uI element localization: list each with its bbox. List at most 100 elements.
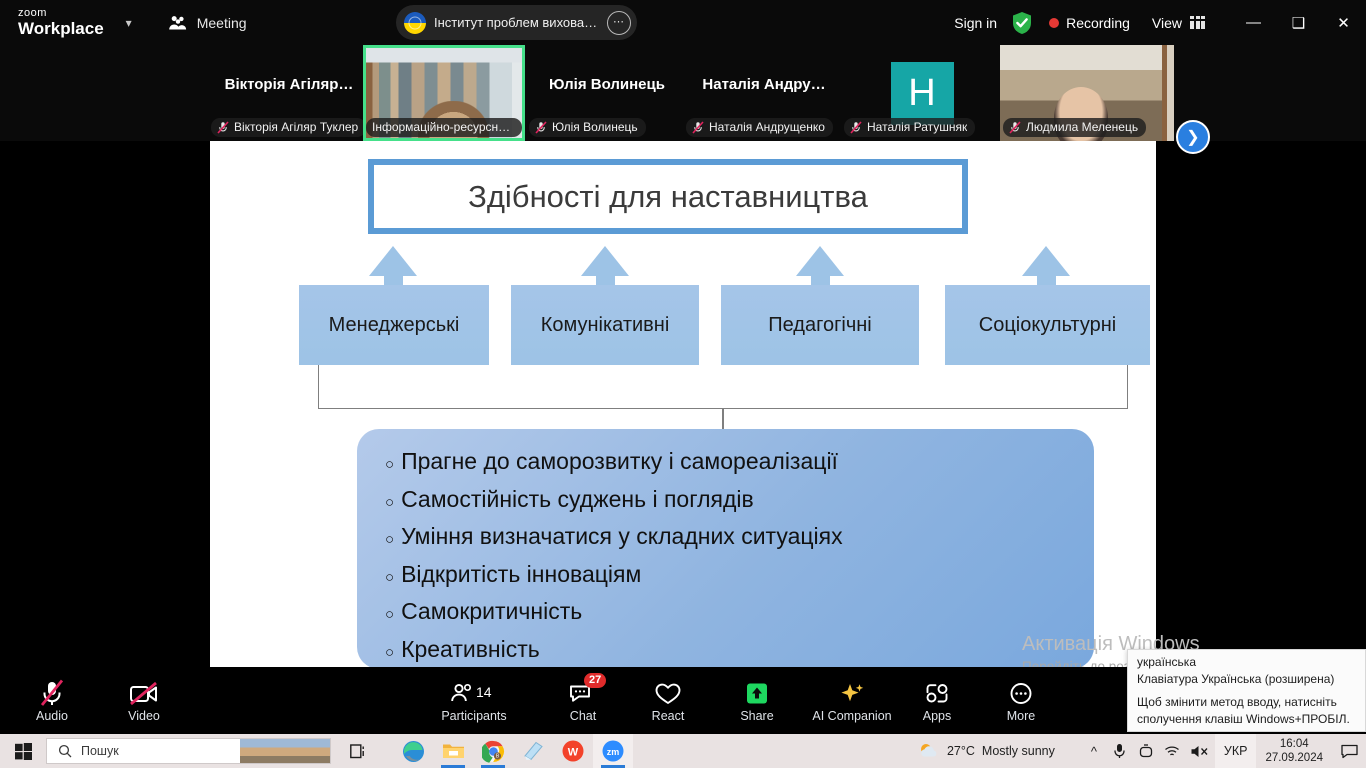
volume-muted-icon[interactable] xyxy=(1185,744,1215,759)
more-button[interactable]: More xyxy=(990,667,1052,734)
windows-start-icon[interactable] xyxy=(0,734,46,768)
participants-icon xyxy=(168,15,186,29)
next-participants-button[interactable]: ❯ xyxy=(1176,120,1210,154)
weather-widget[interactable]: 27°C Mostly sunny xyxy=(918,742,1055,760)
wps-office-icon[interactable]: W xyxy=(553,734,593,768)
chat-label: Chat xyxy=(569,708,597,723)
ukraine-flag-icon xyxy=(404,11,426,34)
restore-button[interactable]: ❑ xyxy=(1276,0,1321,45)
list-item: ○ Самокритичність xyxy=(385,593,1094,631)
recording-label: Recording xyxy=(1066,14,1130,31)
microphone-muted-icon xyxy=(535,120,547,134)
thumbnail-display-name: Наталія Андру… xyxy=(702,75,826,93)
category-label: Комунікативні xyxy=(540,313,670,336)
thumbnail-name-caption: Юлія Волинець xyxy=(529,118,646,137)
category-label: Соціокультурні xyxy=(978,313,1117,336)
taskbar-clock[interactable]: 16:04 27.09.2024 xyxy=(1256,737,1332,765)
weather-temperature: 27°C xyxy=(946,744,975,758)
bullet-marker: ○ xyxy=(385,606,395,623)
list-item: ○ Креативність xyxy=(385,631,1094,668)
slide-title: Здібності для наставництва xyxy=(374,165,962,228)
svg-text:zm: zm xyxy=(607,747,620,757)
thumbnail-tile-partial[interactable] xyxy=(1162,45,1174,141)
recording-indicator[interactable]: Recording xyxy=(1049,15,1130,31)
participants-button[interactable]: 14 Participants xyxy=(430,667,518,734)
arrow-up-icon xyxy=(1022,246,1070,276)
ellipsis-icon[interactable]: ⋯ xyxy=(607,10,631,35)
task-view-icon[interactable] xyxy=(339,734,379,768)
ime-line-2: Клавіатура Українська (розширена) xyxy=(1137,671,1335,686)
zoom-icon[interactable]: zm xyxy=(593,734,633,768)
thumbnail-name-caption: Інформаційно-ресурсни… xyxy=(366,118,522,137)
search-placeholder: Пошук xyxy=(81,744,119,758)
caption-text: Людмила Меленець xyxy=(1026,120,1139,134)
participants-label: Participants xyxy=(441,708,507,723)
meeting-tab[interactable]: Meeting xyxy=(168,15,247,31)
file-explorer-icon[interactable] xyxy=(433,734,473,768)
arrow-up-icon xyxy=(369,246,417,276)
chevron-down-icon[interactable]: ▾ xyxy=(126,16,132,30)
video-button[interactable]: Video xyxy=(114,667,174,734)
svg-text:14: 14 xyxy=(476,684,492,700)
share-screen-icon xyxy=(743,679,771,707)
keyboard-language-indicator[interactable]: УКР xyxy=(1214,734,1257,768)
bullet-marker: ○ xyxy=(385,531,395,548)
meeting-tab-label: Meeting xyxy=(196,14,247,31)
ai-companion-button[interactable]: AI Companion xyxy=(800,667,904,734)
sun-cloud-icon xyxy=(920,744,937,757)
list-item: ○ Відкритість інноваціям xyxy=(385,556,1094,594)
clock-time: 16:04 xyxy=(1279,738,1309,750)
category-box: Комунікативні xyxy=(511,285,699,365)
minimize-button[interactable]: — xyxy=(1231,0,1276,45)
microphone-muted-icon xyxy=(217,120,229,134)
audio-label: Audio xyxy=(36,708,68,723)
list-item-text: Прагне до саморозвитку і самореалізації xyxy=(401,448,838,474)
more-label: More xyxy=(1006,708,1036,723)
react-button[interactable]: React xyxy=(637,667,699,734)
connector-brace xyxy=(318,365,1128,409)
close-button[interactable]: ✕ xyxy=(1321,0,1366,45)
apps-icon xyxy=(923,679,951,707)
bullet-marker: ○ xyxy=(385,493,395,511)
video-label: Video xyxy=(128,708,160,723)
chevron-up-icon[interactable]: ^ xyxy=(1081,744,1107,759)
ime-line-3: Щоб змінити метод вводу, натисніть xyxy=(1137,695,1337,709)
edge-icon[interactable] xyxy=(393,734,433,768)
view-button[interactable]: View xyxy=(1152,15,1205,31)
chrome-icon[interactable]: B xyxy=(473,734,513,768)
category-label: Педагогічні xyxy=(768,313,872,336)
shield-check-icon[interactable] xyxy=(1011,11,1033,35)
clock-date: 27.09.2024 xyxy=(1265,752,1323,764)
caption-text: Наталія Ратушняк xyxy=(867,120,968,134)
participants-icon: 14 xyxy=(449,679,499,707)
ime-language-tooltip: українська Клавіатура Українська (розшир… xyxy=(1127,649,1366,732)
bullet-marker: ○ xyxy=(385,643,395,661)
meeting-title: Інститут проблем виховання Н… xyxy=(434,15,599,30)
arrow-up-icon xyxy=(796,246,844,276)
sticky-notes-icon[interactable] xyxy=(513,734,553,768)
thumbnail-name-caption: Вікторія Агіляр Туклер xyxy=(211,118,367,137)
search-icon xyxy=(58,744,72,758)
category-box: Соціокультурні xyxy=(945,285,1150,365)
share-screen-button[interactable]: Share xyxy=(727,667,787,734)
search-input[interactable]: Пошук xyxy=(46,738,331,764)
wifi-icon[interactable] xyxy=(1159,744,1185,758)
ime-line-4: сполучення клавіш Windows+ПРОБІЛ. xyxy=(1137,711,1350,726)
sign-in-button[interactable]: Sign in xyxy=(954,15,997,31)
camera-icon[interactable] xyxy=(1133,743,1159,759)
list-item: ○ Прагне до саморозвитку і самореалізації xyxy=(385,443,1094,481)
qualities-list: ○ Прагне до саморозвитку і самореалізації… xyxy=(385,443,1094,667)
microphone-muted-icon xyxy=(692,120,704,134)
category-box: Менеджерські xyxy=(299,285,489,365)
chat-icon: 27 xyxy=(568,672,607,707)
audio-button[interactable]: Audio xyxy=(22,667,82,734)
chat-button[interactable]: 27 Chat xyxy=(552,667,614,734)
notification-icon[interactable] xyxy=(1332,744,1366,759)
apps-button[interactable]: Apps xyxy=(906,667,968,734)
meeting-title-pill[interactable]: Інститут проблем виховання Н… ⋯ xyxy=(396,5,637,40)
heart-icon xyxy=(654,679,682,707)
video-feed xyxy=(1162,45,1174,141)
bullet-marker: ○ xyxy=(385,456,395,473)
list-item-text: Креативність xyxy=(401,635,540,662)
microphone-icon[interactable] xyxy=(1107,743,1133,759)
